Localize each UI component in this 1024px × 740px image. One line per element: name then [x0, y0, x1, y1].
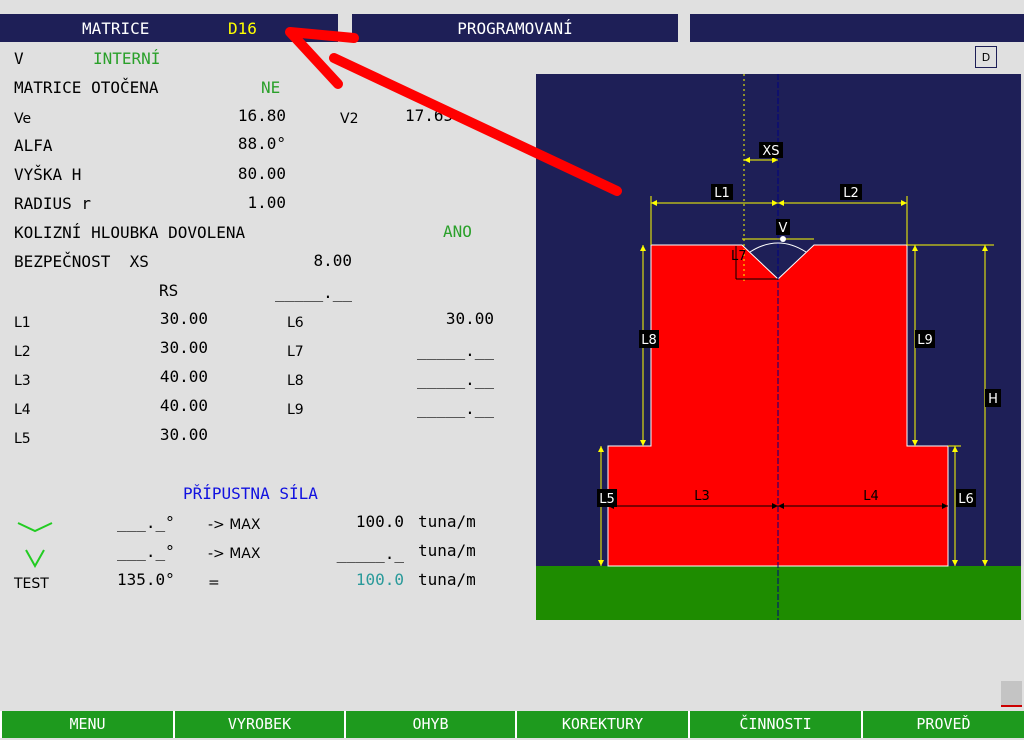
annotation-arrow [285, 27, 622, 196]
fkey-korektury[interactable]: KOREKTURY [515, 711, 688, 738]
scroll-handle[interactable] [1001, 681, 1022, 707]
fkey-cinnosti-label: ČINNOSTI [739, 715, 812, 733]
fkey-proved[interactable]: PROVEĎ [861, 711, 1024, 738]
fkey-korektury-label: KOREKTURY [561, 715, 644, 733]
fkey-menu-label: MENU [69, 715, 106, 733]
fkey-ohyb-label: OHYB [412, 715, 449, 733]
fkey-menu[interactable]: MENU [0, 711, 173, 738]
fkey-proved-label: PROVEĎ [916, 715, 971, 733]
fkey-cinnosti[interactable]: ČINNOSTI [688, 711, 861, 738]
fkey-ohyb[interactable]: OHYB [344, 711, 515, 738]
fkey-vyrobek[interactable]: VYROBEK [173, 711, 344, 738]
fkey-vyrobek-label: VYROBEK [227, 715, 292, 733]
